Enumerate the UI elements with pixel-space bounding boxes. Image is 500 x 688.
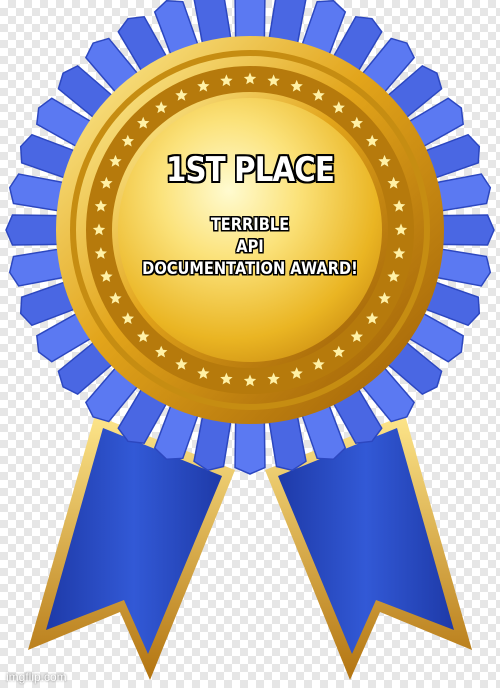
award-subtitle: TERRIBLE API DOCUMENTATION AWARD! xyxy=(35,214,465,280)
award-subtitle-line-3: DOCUMENTATION AWARD! xyxy=(142,259,358,279)
award-subtitle-line-1: TERRIBLE xyxy=(210,215,290,235)
award-ribbon-icon xyxy=(5,0,495,680)
award-subtitle-line-2: API xyxy=(236,237,264,257)
award-headline: 1ST PLACE xyxy=(166,150,335,190)
watermark: imgflip.com xyxy=(6,670,67,684)
